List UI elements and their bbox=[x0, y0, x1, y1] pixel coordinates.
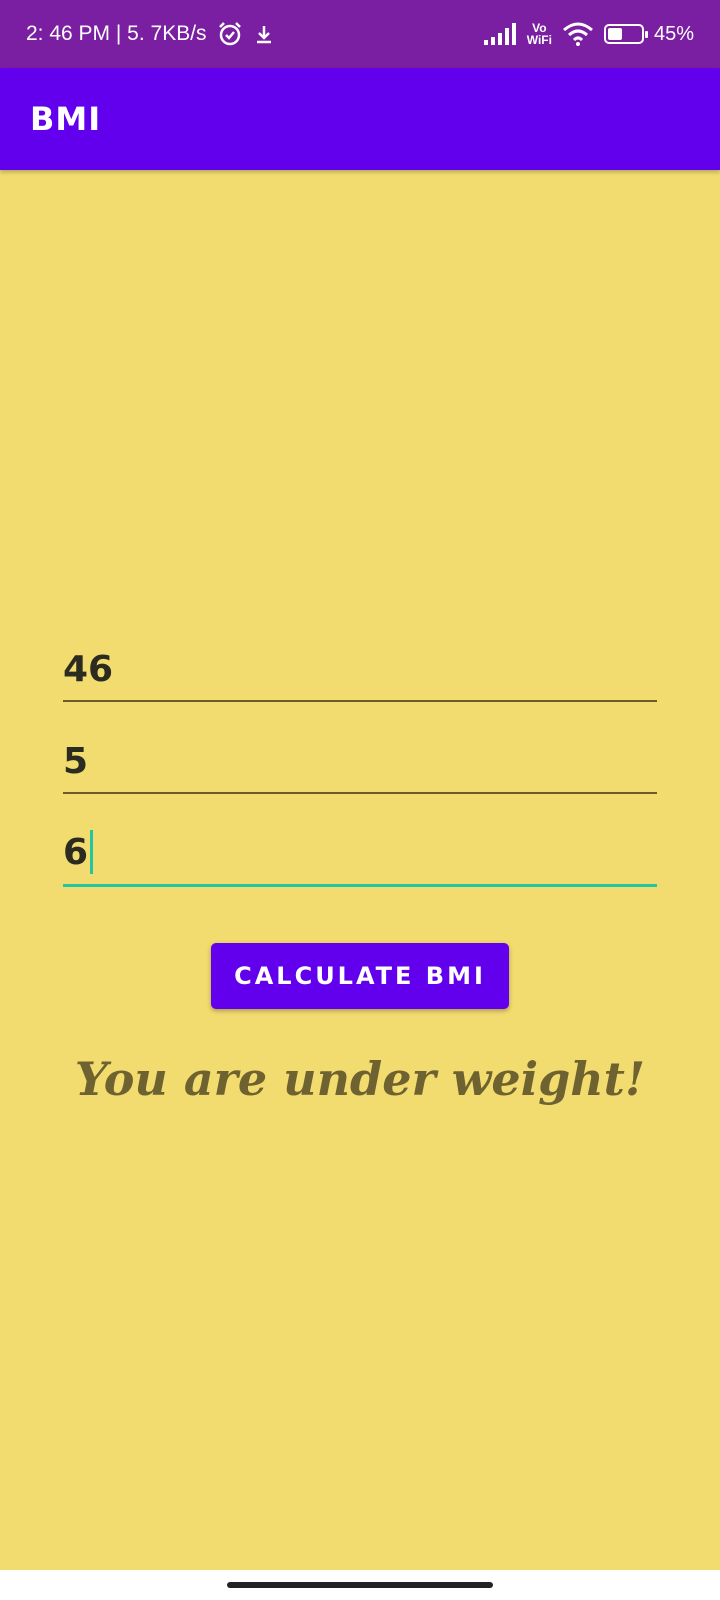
calculate-bmi-button[interactable]: CALCULATE BMI bbox=[211, 943, 509, 1009]
wifi-icon bbox=[562, 22, 594, 46]
height-inches-input-value: 6 bbox=[63, 831, 89, 873]
app-bar: BMI bbox=[0, 68, 720, 170]
battery-icon bbox=[603, 24, 648, 44]
status-left: 2: 46 PM | 5. 7KB/s bbox=[26, 21, 275, 47]
height-inches-input-wrapper: 6 bbox=[63, 830, 94, 874]
vowifi-indicator: Vo WiFi bbox=[527, 22, 552, 46]
text-cursor bbox=[90, 830, 94, 874]
height-inches-field[interactable]: 6 bbox=[63, 794, 657, 887]
bmi-form: 46 5 6 bbox=[63, 635, 657, 887]
download-icon bbox=[253, 23, 275, 45]
weight-field[interactable]: 46 bbox=[63, 635, 657, 702]
height-feet-field[interactable]: 5 bbox=[63, 702, 657, 794]
signal-icon bbox=[483, 22, 517, 46]
wifi-label: WiFi bbox=[526, 33, 552, 47]
status-right: Vo WiFi 45% bbox=[483, 22, 694, 46]
app-title: BMI bbox=[30, 100, 102, 138]
home-indicator[interactable] bbox=[227, 1582, 493, 1588]
height-feet-input-value: 5 bbox=[63, 741, 89, 782]
bmi-result-text: You are under weight! bbox=[74, 1052, 646, 1106]
status-bar: 2: 46 PM | 5. 7KB/s Vo WiFi 45% bbox=[0, 0, 720, 68]
battery-percent: 45% bbox=[653, 22, 694, 45]
status-time-speed: 2: 46 PM | 5. 7KB/s bbox=[26, 22, 207, 45]
alarm-icon bbox=[217, 21, 243, 47]
weight-input-value: 46 bbox=[63, 649, 114, 690]
navigation-bar bbox=[0, 1570, 720, 1600]
battery-fill bbox=[607, 28, 623, 40]
